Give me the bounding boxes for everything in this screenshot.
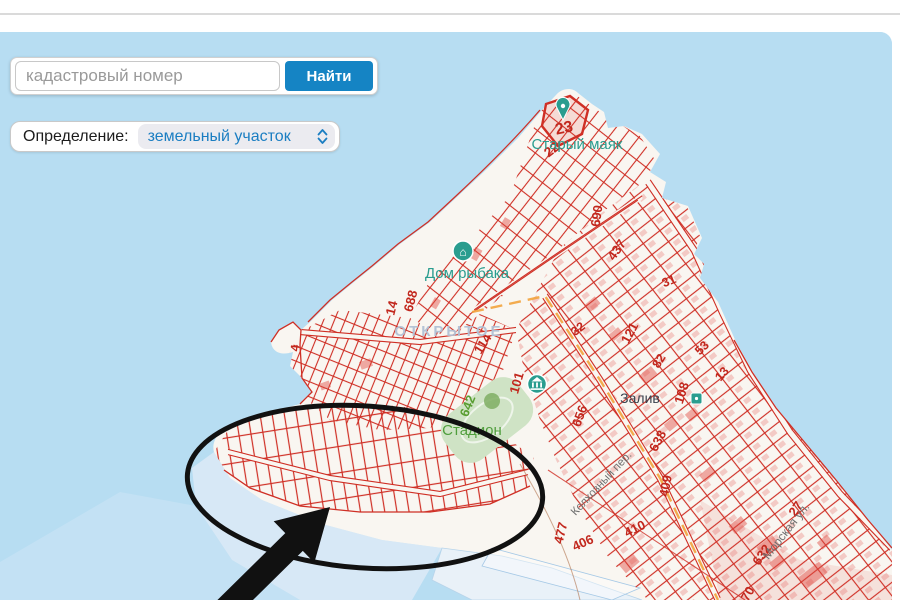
- settlement-label: ОТКРЫТОЕ: [394, 323, 503, 340]
- lighthouse-label: Старый маяк: [532, 136, 623, 153]
- topbar: [0, 0, 900, 32]
- bay-label: Залив: [620, 390, 660, 406]
- chevron-updown-icon: [317, 128, 328, 145]
- cadastral-number-input[interactable]: [15, 61, 280, 91]
- parcel-number: 690: [588, 204, 606, 228]
- poi-marker-icon[interactable]: [691, 393, 702, 404]
- svg-text:⌂: ⌂: [459, 245, 466, 259]
- poi-house-icon[interactable]: ⌂: [453, 241, 473, 261]
- find-button[interactable]: Найти: [285, 61, 373, 91]
- poi-museum-icon[interactable]: [528, 375, 547, 394]
- map-canvas[interactable]: 23 22 690 437 31 32 121 82 53 13 108 688…: [0, 32, 892, 600]
- definition-value: земельный участок: [148, 128, 291, 146]
- definition-label: Определение:: [23, 128, 129, 146]
- search-panel: Найти: [10, 57, 378, 95]
- definition-select[interactable]: земельный участок: [138, 124, 335, 149]
- map-svg: 23 22 690 437 31 32 121 82 53 13 108 688…: [0, 32, 892, 600]
- definition-pill: Определение: земельный участок: [10, 121, 340, 152]
- topbar-divider: [0, 13, 900, 15]
- fisherman-label: Дом рыбака: [425, 265, 510, 282]
